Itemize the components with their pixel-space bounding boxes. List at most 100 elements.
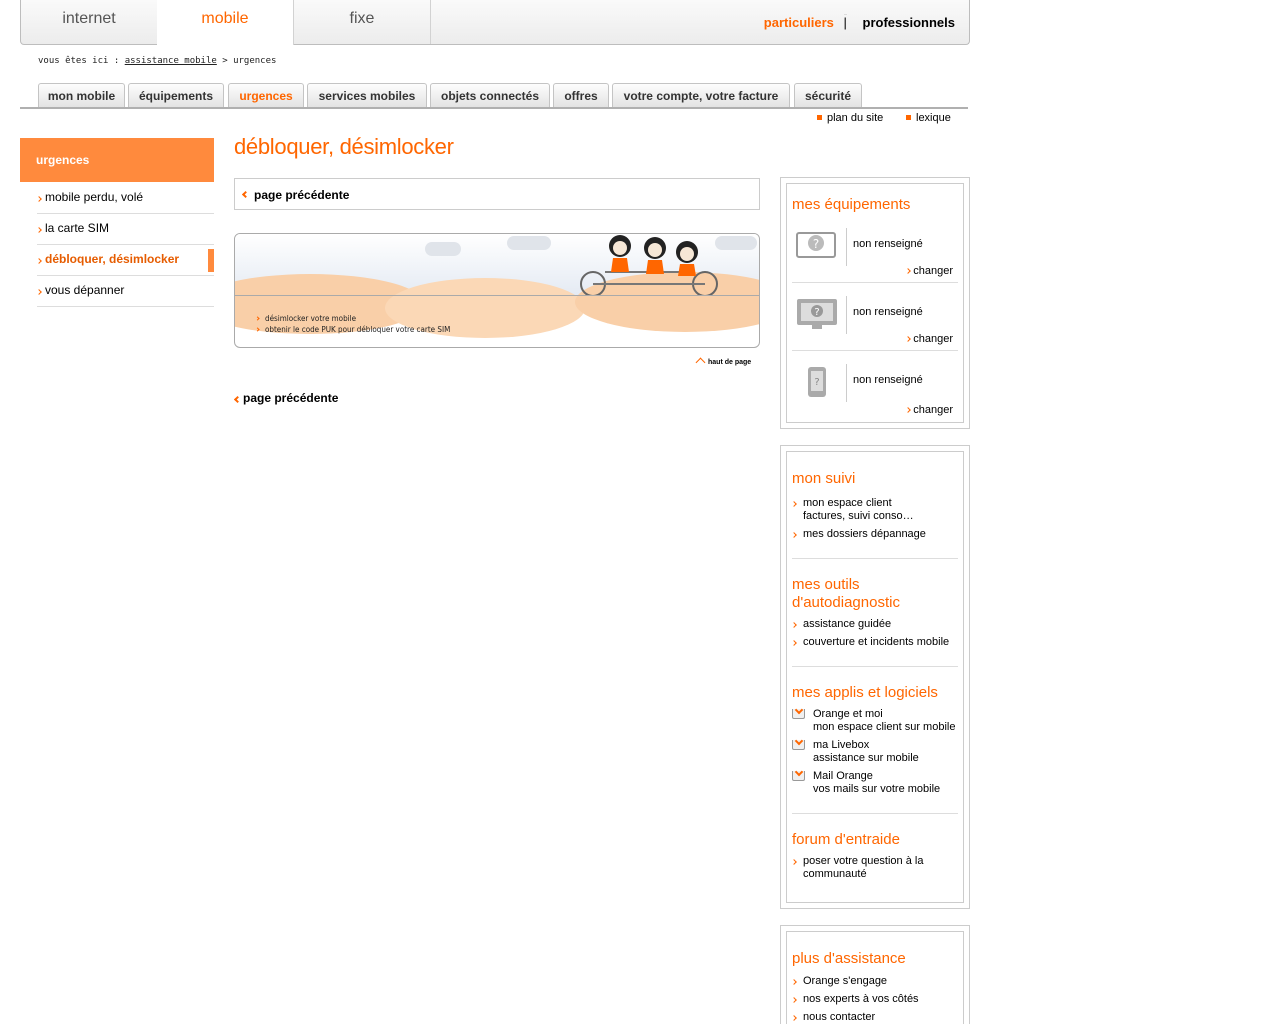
left-menu-item-label: vous dépanner <box>45 283 125 297</box>
change-equipment-link[interactable]: changer <box>905 404 953 416</box>
divider <box>792 813 958 814</box>
link-nos-experts[interactable]: nos experts à vos côtés <box>791 993 958 1006</box>
subnav-securite[interactable]: sécurité <box>794 83 862 107</box>
equipment-status: non renseigné <box>853 374 923 386</box>
top-of-page-label: haut de page <box>708 359 752 366</box>
link-label: nos experts à vos côtés <box>803 993 919 1005</box>
equipment-title: mes équipements <box>792 196 911 213</box>
change-equipment-link[interactable]: changer <box>905 333 953 345</box>
app-ma-livebox[interactable]: ma Livebox assistance sur mobile <box>792 739 958 765</box>
link-code-puk[interactable]: obtenir le code PUK pour débloquer votre… <box>255 325 451 334</box>
divider <box>792 666 958 667</box>
unknown-device-icon: ? <box>792 228 847 266</box>
monitor-icon: ? <box>792 296 847 334</box>
tab-fixe[interactable]: fixe <box>294 0 431 44</box>
link-forum-question[interactable]: poser votre question à la communauté <box>791 855 932 881</box>
download-icon <box>792 709 805 719</box>
cloud-icon <box>425 242 461 256</box>
subnav-equipements[interactable]: équipements <box>128 83 224 107</box>
svg-text:?: ? <box>813 237 819 251</box>
link-orange-s-engage[interactable]: Orange s'engage <box>791 975 958 988</box>
divider <box>235 295 759 296</box>
chevron-right-icon <box>791 640 797 646</box>
mobile-phone-icon: ? <box>792 364 847 402</box>
app-name: Mail Orange <box>813 770 873 782</box>
left-menu-item-carte-sim[interactable]: la carte SIM <box>36 214 214 245</box>
top-navigation: internet mobile fixe particuliers | prof… <box>20 0 970 45</box>
left-menu-item-mobile-perdu[interactable]: mobile perdu, volé <box>36 183 214 214</box>
active-indicator <box>208 249 214 272</box>
link-label: assistance guidée <box>803 618 892 630</box>
equipment-panel-inner: mes équipements ? non renseigné changer … <box>786 183 964 423</box>
link-label: poser votre question à la communauté <box>803 855 924 880</box>
util-plan-du-site[interactable]: plan du site <box>817 112 883 124</box>
breadcrumb-prefix: vous êtes ici : <box>38 56 120 66</box>
breadcrumb: vous êtes ici : assistance mobile > urge… <box>38 56 276 66</box>
change-label: changer <box>913 404 953 416</box>
app-orange-et-moi[interactable]: Orange et moi mon espace client sur mobil… <box>792 708 958 734</box>
change-label: changer <box>913 333 953 345</box>
change-label: changer <box>913 265 953 277</box>
previous-page-button-bottom[interactable]: page précédente <box>233 391 339 405</box>
tab-internet[interactable]: internet <box>21 0 158 44</box>
services-panel: mon suivi mon espace client factures, sui… <box>780 445 970 909</box>
util-lexique[interactable]: lexique <box>906 112 951 124</box>
left-menu-item-vous-depanner[interactable]: vous dépanner <box>36 276 214 307</box>
svg-text:?: ? <box>814 307 819 318</box>
bullet-icon <box>906 114 911 120</box>
chevron-right-icon <box>36 196 42 202</box>
divider <box>792 558 958 559</box>
link-espace-client[interactable]: mon espace client factures, suivi conso… <box>791 497 958 523</box>
tandem-bicycle-icon <box>580 235 718 296</box>
subnav-offres[interactable]: offres <box>553 83 609 107</box>
subnav-services-mobiles[interactable]: services mobiles <box>307 83 427 107</box>
link-desimlocker-mobile[interactable]: désimlocker votre mobile <box>255 314 356 323</box>
suivi-title: mon suivi <box>792 470 856 487</box>
change-equipment-link[interactable]: changer <box>905 265 953 277</box>
chevron-right-icon <box>255 327 260 332</box>
link-dossiers-depannage[interactable]: mes dossiers dépannage <box>791 528 958 541</box>
chevron-right-icon <box>255 316 260 321</box>
page-title: débloquer, désimlocker <box>234 134 454 159</box>
app-desc: mon espace client sur mobile <box>813 721 956 733</box>
app-mail-orange[interactable]: Mail Orange vos mails sur votre mobile <box>792 770 958 796</box>
segment-particuliers-link[interactable]: particuliers <box>764 15 834 30</box>
link-nous-contacter[interactable]: nous contacter <box>791 1011 958 1024</box>
link-label: obtenir le code PUK pour débloquer votre… <box>265 325 451 334</box>
chevron-right-icon <box>36 227 42 233</box>
app-name: Orange et moi <box>813 708 883 720</box>
left-menu-item-label: la carte SIM <box>45 221 110 235</box>
chevron-right-icon <box>791 859 797 865</box>
tab-mobile[interactable]: mobile <box>157 0 294 45</box>
subnav-votre-compte[interactable]: votre compte, votre facture <box>612 83 790 107</box>
left-menu-item-label: mobile perdu, volé <box>45 190 144 204</box>
cloud-icon <box>507 236 551 250</box>
subnav-objets-connectes[interactable]: objets connectés <box>430 83 550 107</box>
subnav-mon-mobile[interactable]: mon mobile <box>38 83 125 107</box>
app-name: ma Livebox <box>813 739 870 751</box>
equipment-item: ? non renseigné changer <box>792 296 958 354</box>
breadcrumb-current: urgences <box>233 56 277 66</box>
chevron-right-icon <box>36 289 42 295</box>
sub-navigation: mon mobile équipements urgences services… <box>20 83 968 109</box>
chevron-right-icon <box>791 979 797 985</box>
services-panel-inner: mon suivi mon espace client factures, sui… <box>786 451 964 903</box>
plus-title: plus d'assistance <box>792 950 906 967</box>
app-desc: assistance sur mobile <box>813 752 919 764</box>
previous-page-label: page précédente <box>254 188 350 202</box>
more-help-panel: plus d'assistance Orange s'engage nos ex… <box>780 925 970 1024</box>
left-menu-item-debloquer[interactable]: débloquer, désimlocker <box>36 245 214 276</box>
segment-professionnels-link[interactable]: professionnels <box>863 15 955 30</box>
segment-separator: | <box>843 14 847 30</box>
top-of-page-link[interactable]: haut de page <box>695 357 752 368</box>
link-label: mon espace client <box>803 497 892 509</box>
equipment-item: ? non renseigné changer <box>792 228 958 286</box>
link-couverture-incidents[interactable]: couverture et incidents mobile <box>791 636 958 649</box>
subnav-urgences[interactable]: urgences <box>228 83 304 107</box>
equipment-item: ? non renseigné changer <box>792 364 958 422</box>
previous-page-label: page précédente <box>243 391 339 405</box>
link-assistance-guidee[interactable]: assistance guidée <box>791 618 958 631</box>
previous-page-button-top[interactable]: page précédente <box>234 178 760 210</box>
segment-switch: particuliers | professionnels <box>764 14 955 30</box>
breadcrumb-link-assistance-mobile[interactable]: assistance mobile <box>125 56 217 66</box>
